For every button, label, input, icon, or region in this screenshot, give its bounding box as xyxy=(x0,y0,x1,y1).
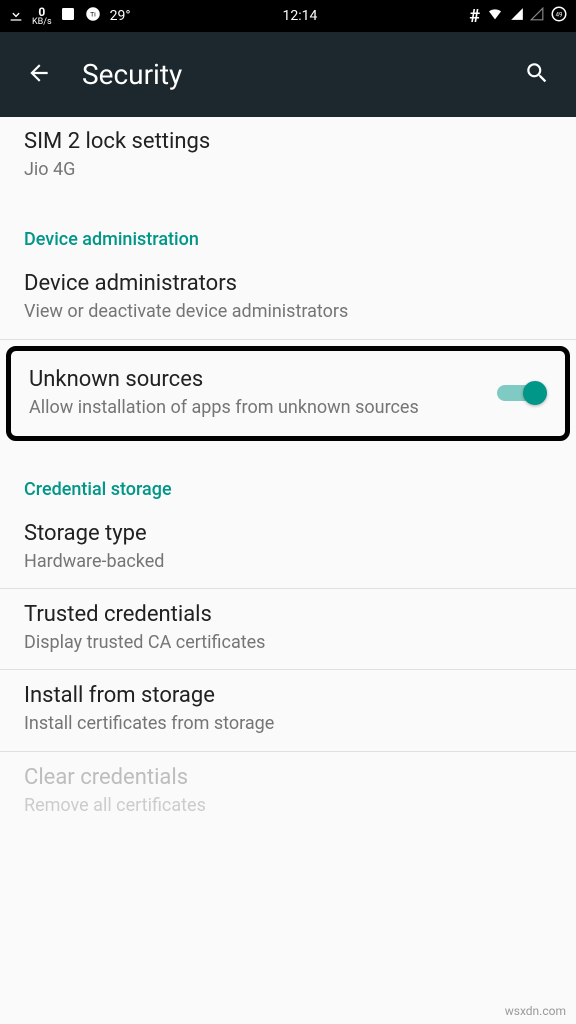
svg-text:Ti: Ti xyxy=(90,10,96,18)
setting-title: Device administrators xyxy=(24,271,552,296)
image-icon xyxy=(60,6,76,26)
setting-subtitle: Display trusted CA certificates xyxy=(24,631,552,655)
search-icon xyxy=(524,60,550,86)
svg-text:49: 49 xyxy=(556,11,563,18)
back-button[interactable] xyxy=(18,52,60,98)
setting-subtitle: Hardware-backed xyxy=(24,550,552,574)
setting-subtitle: Install certificates from storage xyxy=(24,712,552,736)
setting-subtitle: Remove all certificates xyxy=(24,794,552,818)
setting-title: Trusted credentials xyxy=(24,602,552,627)
setting-storage-type[interactable]: Storage type Hardware-backed xyxy=(0,508,576,589)
signal-icon xyxy=(510,7,524,25)
section-device-administration: Device administration xyxy=(0,197,576,258)
gear-badge-icon: Ti xyxy=(84,5,102,27)
setting-text: Unknown sources Allow installation of ap… xyxy=(29,367,481,420)
setting-title: Install from storage xyxy=(24,683,552,708)
status-clock: 12:14 xyxy=(283,8,318,24)
setting-subtitle: Jio 4G xyxy=(24,158,552,182)
arrow-back-icon xyxy=(26,60,52,86)
setting-title: Clear credentials xyxy=(24,765,552,790)
settings-list[interactable]: SIM 2 lock settings Jio 4G Device admini… xyxy=(0,117,576,833)
setting-sim2-lock[interactable]: SIM 2 lock settings Jio 4G xyxy=(0,117,576,197)
page-title: Security xyxy=(82,58,516,91)
setting-clear-credentials[interactable]: Clear credentials Remove all certificate… xyxy=(0,752,576,833)
wifi-icon xyxy=(486,6,504,26)
setting-title: Unknown sources xyxy=(29,367,481,392)
setting-title: Storage type xyxy=(24,521,552,546)
watermark: wsxdn.com xyxy=(505,1004,566,1018)
status-left: 0 KB/s Ti 29° xyxy=(8,5,131,27)
battery-icon: 49 xyxy=(550,5,568,27)
unknown-sources-toggle[interactable] xyxy=(497,383,547,403)
search-button[interactable] xyxy=(516,52,558,98)
setting-unknown-sources[interactable]: Unknown sources Allow installation of ap… xyxy=(6,346,570,441)
section-credential-storage: Credential storage xyxy=(0,447,576,508)
net-speed: 0 KB/s xyxy=(32,6,52,27)
status-temp: 29° xyxy=(110,8,131,24)
app-bar: Security xyxy=(0,32,576,117)
setting-subtitle: View or deactivate device administrators xyxy=(24,300,552,324)
setting-trusted-credentials[interactable]: Trusted credentials Display trusted CA c… xyxy=(0,589,576,670)
setting-install-from-storage[interactable]: Install from storage Install certificate… xyxy=(0,670,576,751)
switch-thumb xyxy=(523,381,547,405)
setting-title: SIM 2 lock settings xyxy=(24,129,552,154)
hash-icon: # xyxy=(469,6,480,27)
status-bar: 0 KB/s Ti 29° 12:14 # 49 xyxy=(0,0,576,32)
setting-subtitle: Allow installation of apps from unknown … xyxy=(29,396,481,420)
signal2-icon xyxy=(530,7,544,25)
status-right: # 49 xyxy=(469,5,568,27)
setting-device-administrators[interactable]: Device administrators View or deactivate… xyxy=(0,258,576,339)
download-icon xyxy=(8,6,24,26)
